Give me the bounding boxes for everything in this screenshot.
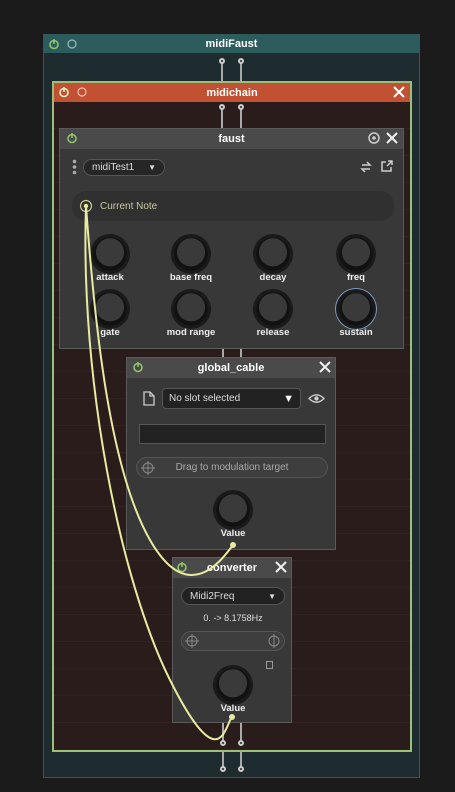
cable-endpoint	[230, 542, 236, 548]
cable-to-converter	[84, 205, 233, 741]
cable-to-global-cable	[85, 205, 234, 576]
cable-endpoint	[229, 714, 235, 720]
modulation-cables	[84, 205, 236, 741]
